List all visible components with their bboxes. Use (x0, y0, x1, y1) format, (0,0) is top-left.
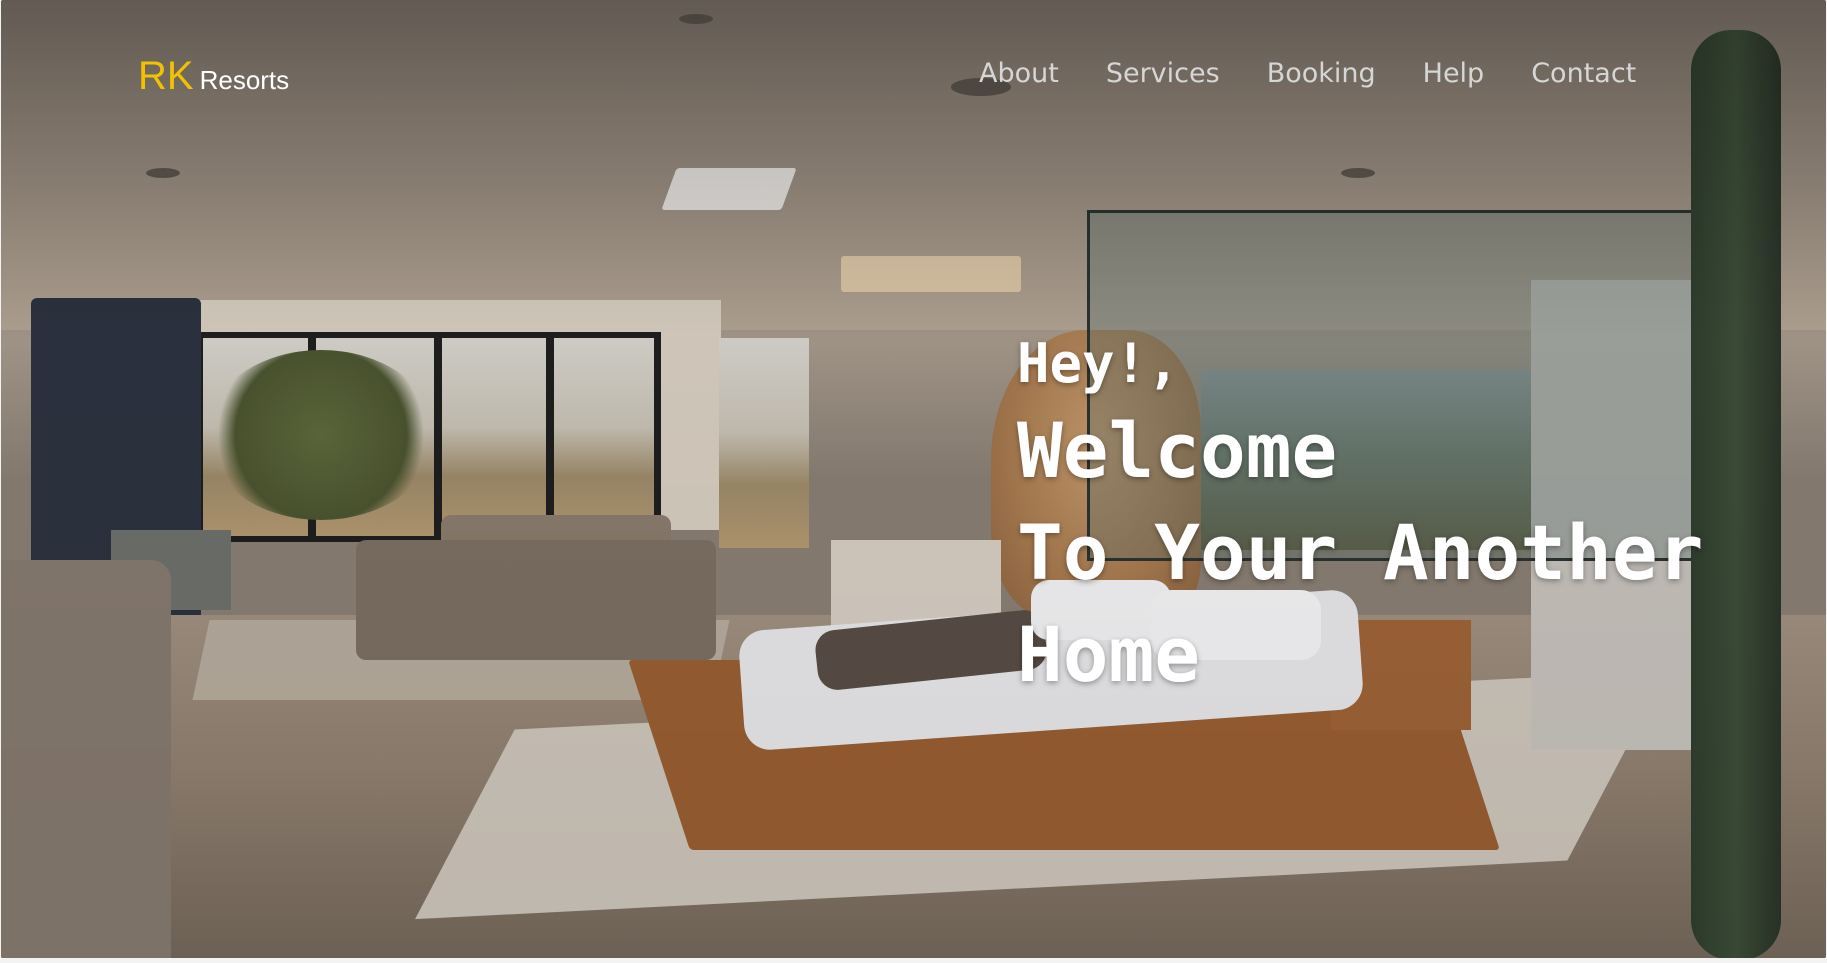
top-navigation: About Services Booking Help Contact (979, 58, 1636, 89)
hero-headline-line-3: Home (1017, 610, 1201, 699)
hero-headline-line-2: To Your Another (1017, 508, 1704, 597)
brand-logo-name: Resorts (199, 65, 290, 95)
hero-section: RK Resorts About Services Booking Help Co… (1, 0, 1826, 958)
brand-logo[interactable]: RK Resorts (138, 54, 289, 99)
nav-link-help[interactable]: Help (1423, 58, 1485, 89)
nav-link-services[interactable]: Services (1106, 58, 1220, 89)
nav-link-booking[interactable]: Booking (1267, 58, 1376, 89)
hero-heading: Hey!, Welcome To Your Another Home (1017, 328, 1703, 706)
nav-link-about[interactable]: About (979, 58, 1059, 89)
nav-link-contact[interactable]: Contact (1531, 58, 1636, 89)
hero-greeting: Hey!, (1017, 332, 1180, 395)
hero-headline-line-1: Welcome (1017, 406, 1338, 495)
brand-logo-initials: RK (138, 54, 194, 98)
